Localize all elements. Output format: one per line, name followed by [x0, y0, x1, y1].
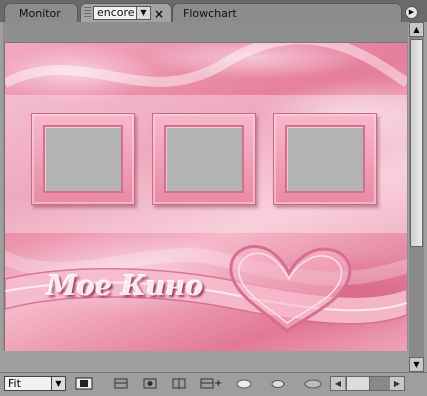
show-routing-icon[interactable] — [141, 376, 159, 391]
add-button-icon[interactable] — [170, 376, 188, 391]
panel-menu-icon[interactable]: ▶ — [405, 6, 418, 19]
menu-button-frame[interactable] — [273, 113, 377, 205]
grid-icon[interactable] — [302, 376, 324, 391]
vertical-scrollbar[interactable]: ▲ ▼ — [409, 22, 424, 372]
scroll-down-icon[interactable]: ▼ — [409, 357, 424, 372]
scroll-up-icon[interactable]: ▲ — [409, 22, 424, 37]
tab-monitor[interactable]: Monitor — [4, 3, 78, 22]
tab-monitor-label: Monitor — [19, 7, 61, 20]
vertical-scroll-thumb[interactable] — [410, 39, 423, 247]
menu-button-frame[interactable] — [152, 113, 256, 205]
tab-encore[interactable]: encore ▼ × — [80, 3, 172, 22]
add-text-icon[interactable]: + — [198, 376, 222, 391]
chain-icon[interactable] — [268, 376, 288, 391]
button-routing-icon[interactable] — [112, 376, 130, 391]
link-icon[interactable] — [234, 376, 254, 391]
thumbnail-placeholder — [164, 125, 244, 193]
chevron-down-icon[interactable]: ▼ — [136, 7, 150, 19]
horizontal-scrollbar[interactable]: ◀ ▶ — [330, 376, 405, 391]
encore-dropdown[interactable]: encore ▼ — [93, 6, 151, 20]
tab-flowchart-label: Flowchart — [183, 7, 237, 20]
zoom-select[interactable]: Fit ▼ — [4, 376, 66, 391]
svg-text:+: + — [214, 378, 222, 389]
chevron-down-icon[interactable]: ▼ — [51, 377, 65, 390]
tab-flowchart[interactable]: Flowchart — [172, 3, 402, 22]
zoom-select-value: Fit — [8, 377, 21, 390]
drag-grip-icon[interactable] — [84, 7, 91, 19]
scroll-left-icon[interactable]: ◀ — [331, 377, 345, 390]
scroll-right-icon[interactable]: ▶ — [390, 377, 404, 390]
horizontal-scroll-thumb[interactable] — [346, 377, 370, 390]
menu-canvas[interactable]: Мое Кино — [4, 42, 407, 351]
bottom-toolbar: Fit ▼ + ◀ ▶ — [0, 372, 427, 395]
thumbnail-placeholder — [43, 125, 123, 193]
safe-area-icon[interactable] — [72, 376, 96, 391]
thumbnail-placeholder — [285, 125, 365, 193]
encore-dropdown-label: encore — [97, 6, 135, 19]
tab-bar: Monitor encore ▼ × Flowchart ▶ — [0, 0, 427, 22]
menu-button-frame[interactable] — [31, 113, 135, 205]
menu-title: Мое Кино — [47, 271, 204, 302]
